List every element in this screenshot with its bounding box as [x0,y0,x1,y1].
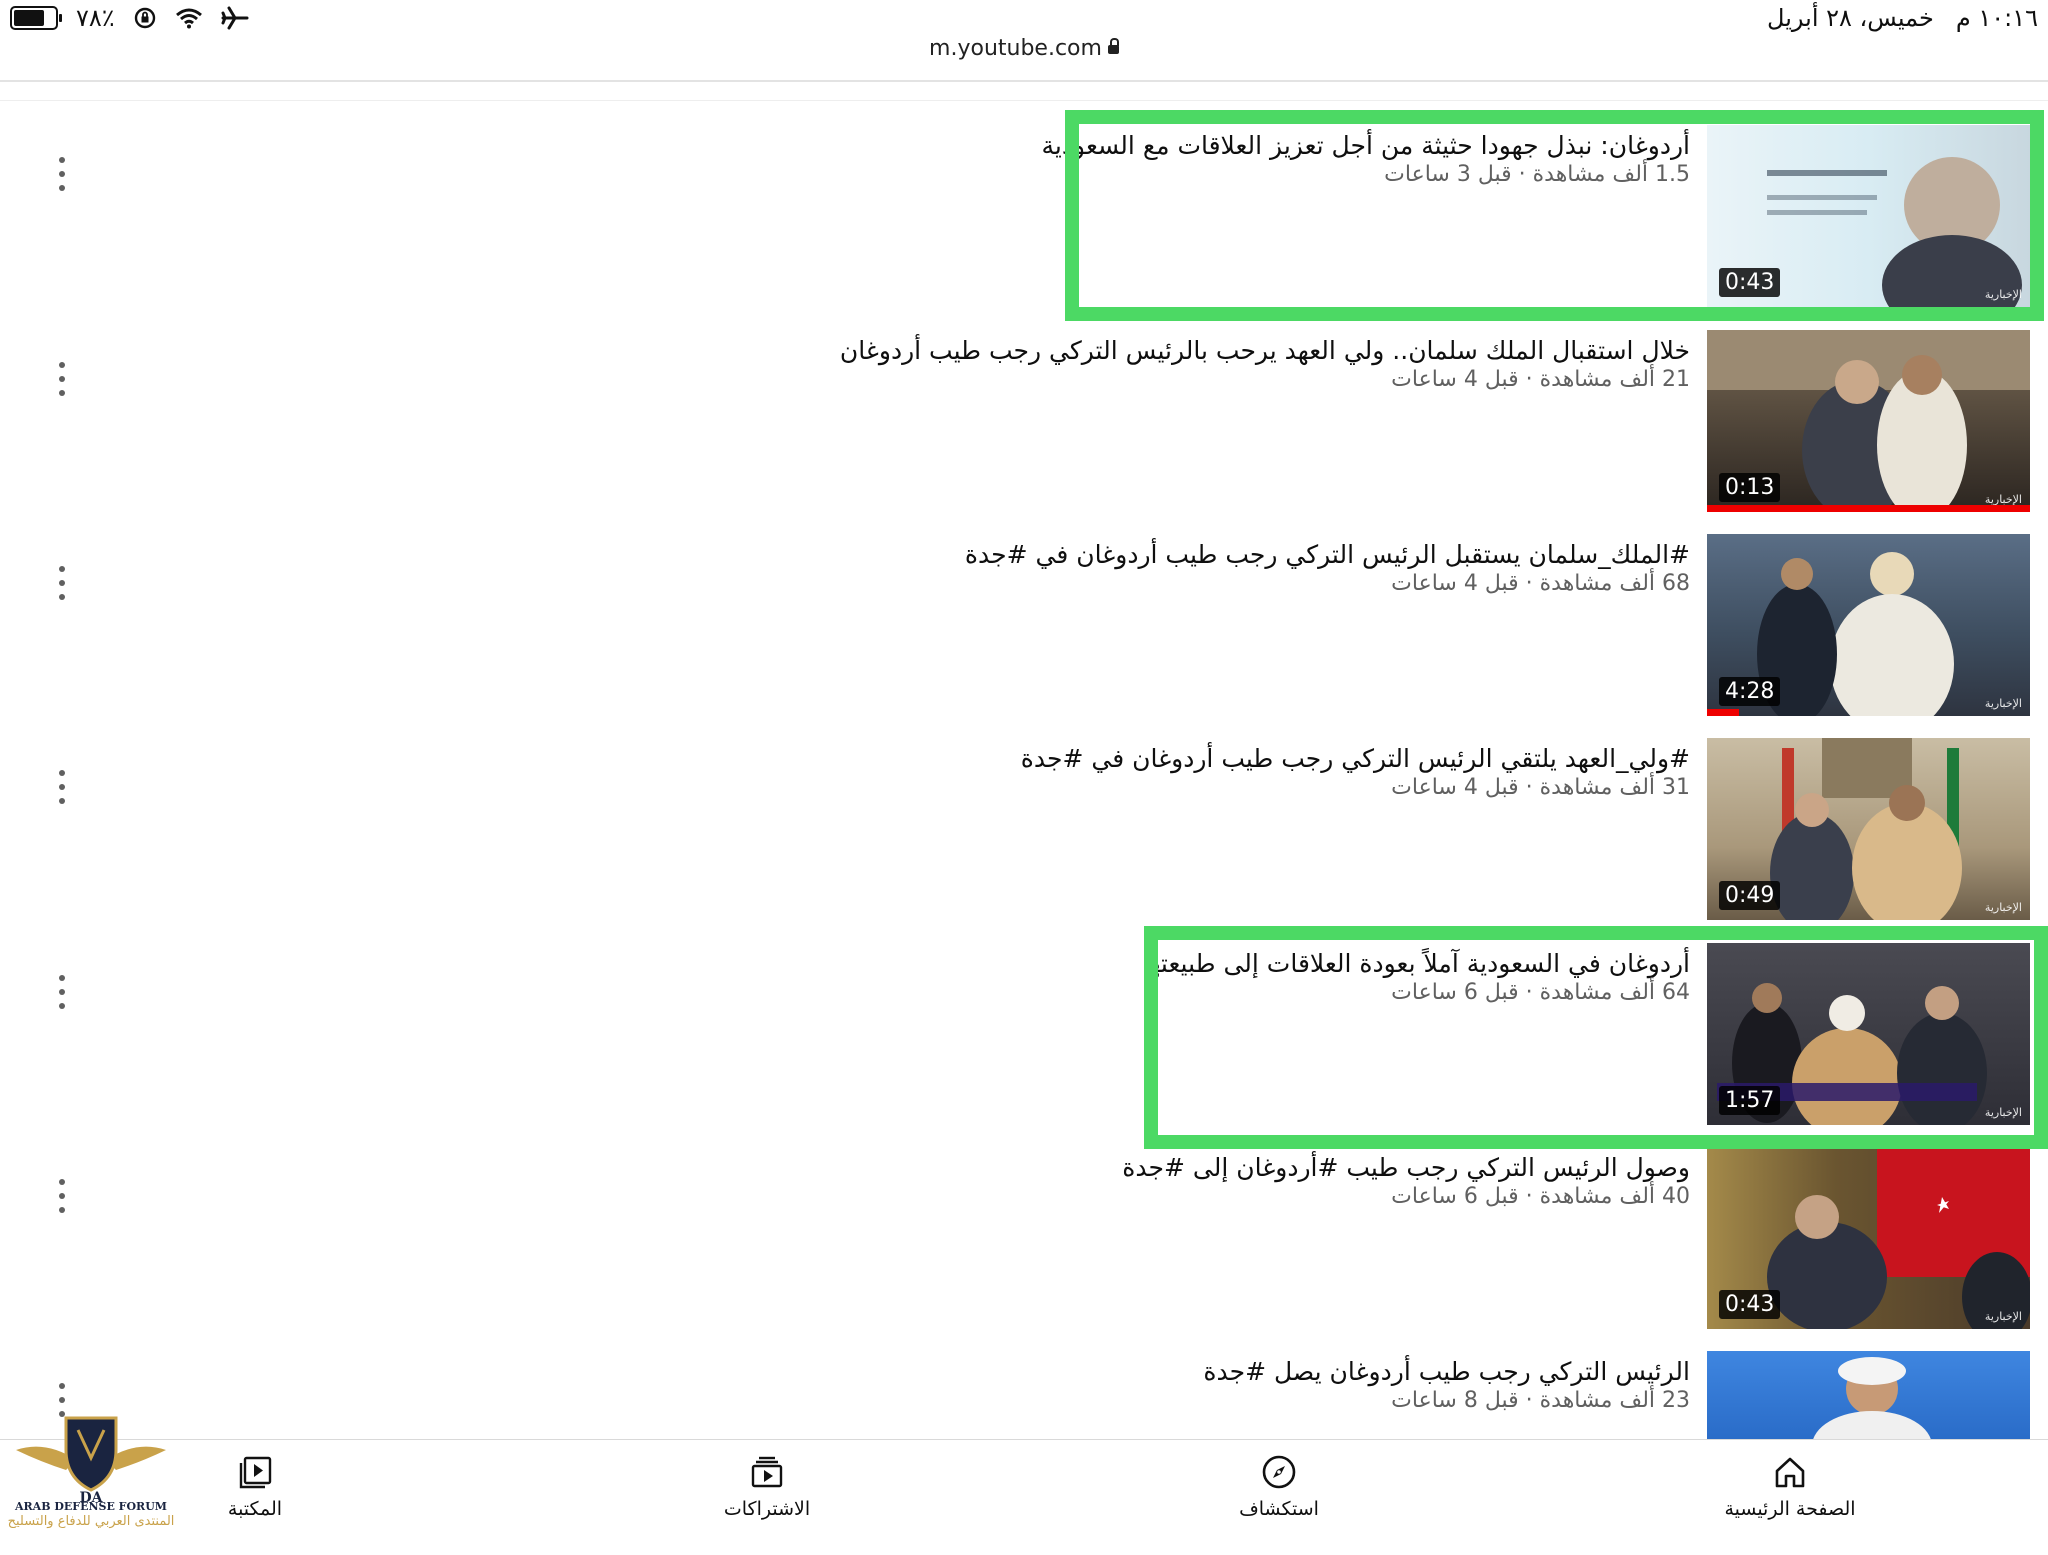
more-options-icon[interactable] [58,362,66,396]
home-icon [1775,1457,1805,1488]
video-duration: 0:49 [1719,881,1781,910]
wifi-icon [175,8,202,29]
video-meta: 1.5 ألف مشاهدة · قبل 3 ساعات [1384,162,1690,187]
video-thumbnail[interactable]: 0:43 الإخبارية [1707,1147,2030,1329]
battery-percent: ٧٨٪ [76,4,115,32]
video-duration: 0:13 [1719,473,1781,502]
video-thumbnail[interactable] [1707,1351,2030,1439]
orientation-lock-icon [134,7,155,29]
status-right: ١٠:١٦ م خميس، ٢٨ أبريل [1767,4,2038,32]
video-meta: 23 ألف مشاهدة · قبل 8 ساعات [1391,1388,1690,1413]
video-duration: 0:43 [1719,268,1781,297]
nav-home-label: الصفحة الرئيسية [1724,1498,1856,1520]
more-options-icon[interactable] [58,770,66,804]
nav-subscriptions[interactable]: الاشتراكات [667,1440,867,1537]
airplane-icon [221,6,249,30]
nav-explore-label: استكشاف [1239,1498,1319,1520]
video-meta: 64 ألف مشاهدة · قبل 6 ساعات [1391,980,1690,1005]
video-row[interactable]: 0:13 الإخبارية خلال استقبال الملك سلمان.… [0,330,2048,534]
bottom-nav: الصفحة الرئيسية استكشاف الاشتراكات المكت… [0,1439,2048,1537]
more-options-icon[interactable] [58,566,66,600]
lock-icon [1107,38,1119,54]
url-text: m.youtube.com [929,36,1102,61]
video-row[interactable]: 1:57 الإخبارية أردوغان في السعودية آملاً… [0,943,2048,1147]
watch-progress-bar [1707,505,2030,512]
forum-logo: DA ARAB DEFENSE FORUM المنتدى العربي للد… [6,1410,176,1536]
video-thumbnail[interactable]: 0:43 الإخبارية [1707,125,2030,307]
status-date: خميس، ٢٨ أبريل [1767,4,1934,32]
video-title[interactable]: #ولي_العهد يلتقي الرئيس التركي رجب طيب أ… [1021,742,1690,776]
more-options-icon[interactable] [58,1179,66,1213]
video-row[interactable]: 0:43 الإخبارية أردوغان: نبذل جهودا حثيثة… [0,125,2048,329]
video-title[interactable]: خلال استقبال الملك سلمان.. ولي العهد يرح… [840,334,1690,368]
nav-library-label: المكتبة [227,1498,283,1520]
nav-home[interactable]: الصفحة الرئيسية [1690,1440,1890,1537]
status-time: ١٠:١٦ م [1955,4,2038,32]
video-title[interactable]: وصول الرئيس التركي رجب طيب #أردوغان إلى … [1122,1151,1690,1185]
video-thumbnail[interactable]: 0:49 الإخبارية [1707,738,2030,920]
channel-watermark: الإخبارية [1984,697,2022,710]
video-title[interactable]: #الملك_سلمان يستقبل الرئيس التركي رجب طي… [965,538,1690,572]
channel-watermark: الإخبارية [1984,288,2022,301]
video-duration: 0:43 [1719,1290,1781,1319]
video-meta: 31 ألف مشاهدة · قبل 4 ساعات [1391,775,1690,800]
video-row[interactable]: 0:49 الإخبارية #ولي_العهد يلتقي الرئيس ا… [0,738,2048,942]
thumbnail-image [1813,1357,1931,1439]
video-meta: 21 ألف مشاهدة · قبل 4 ساعات [1391,367,1690,392]
more-options-icon[interactable] [58,157,66,191]
subscriptions-icon [751,1456,783,1488]
video-title[interactable]: أردوغان: نبذل جهودا حثيثة من أجل تعزيز ا… [1042,129,1690,163]
library-icon [239,1456,272,1489]
video-meta: 40 ألف مشاهدة · قبل 6 ساعات [1391,1184,1690,1209]
status-bar: ٧٨٪ ١٠:١٦ م خميس، ٢٨ أبريل [0,0,2048,40]
channel-watermark: الإخبارية [1984,1106,2022,1119]
video-thumbnail[interactable]: 4:28 الإخبارية [1707,534,2030,716]
address-bar[interactable]: m.youtube.com [0,36,2048,70]
more-options-icon[interactable] [58,975,66,1009]
compass-icon [1262,1455,1296,1489]
nav-subscriptions-label: الاشتراكات [723,1498,811,1520]
video-thumbnail[interactable]: 0:13 الإخبارية [1707,330,2030,512]
video-row[interactable]: 4:28 الإخبارية #الملك_سلمان يستقبل الرئي… [0,534,2048,738]
watch-progress-bar [1707,709,1740,716]
status-left: ٧٨٪ [10,4,249,32]
video-row[interactable]: 0:43 الإخبارية وصول الرئيس التركي رجب طي… [0,1147,2048,1351]
video-title[interactable]: الرئيس التركي رجب طيب أردوغان يصل #جدة [1203,1355,1690,1389]
nav-library[interactable]: المكتبة [155,1440,355,1537]
header-divider [0,80,2048,82]
video-duration: 4:28 [1719,677,1781,706]
logo-text-en: ARAB DEFENSE FORUM [15,1500,167,1513]
logo-text-ar: المنتدى العربي للدفاع والتسليح [7,1514,175,1529]
video-title[interactable]: أردوغان في السعودية آملاً بعودة العلاقات… [1142,947,1690,981]
video-meta: 68 ألف مشاهدة · قبل 4 ساعات [1391,571,1690,596]
video-duration: 1:57 [1719,1086,1781,1115]
video-thumbnail[interactable]: 1:57 الإخبارية [1707,943,2030,1125]
channel-watermark: الإخبارية [1984,901,2022,914]
header-divider-2 [0,100,2048,101]
battery-icon [10,6,62,30]
shield-eagle-logo: DA [16,1416,166,1506]
nav-explore[interactable]: استكشاف [1179,1440,1379,1537]
channel-watermark: الإخبارية [1984,1310,2022,1323]
